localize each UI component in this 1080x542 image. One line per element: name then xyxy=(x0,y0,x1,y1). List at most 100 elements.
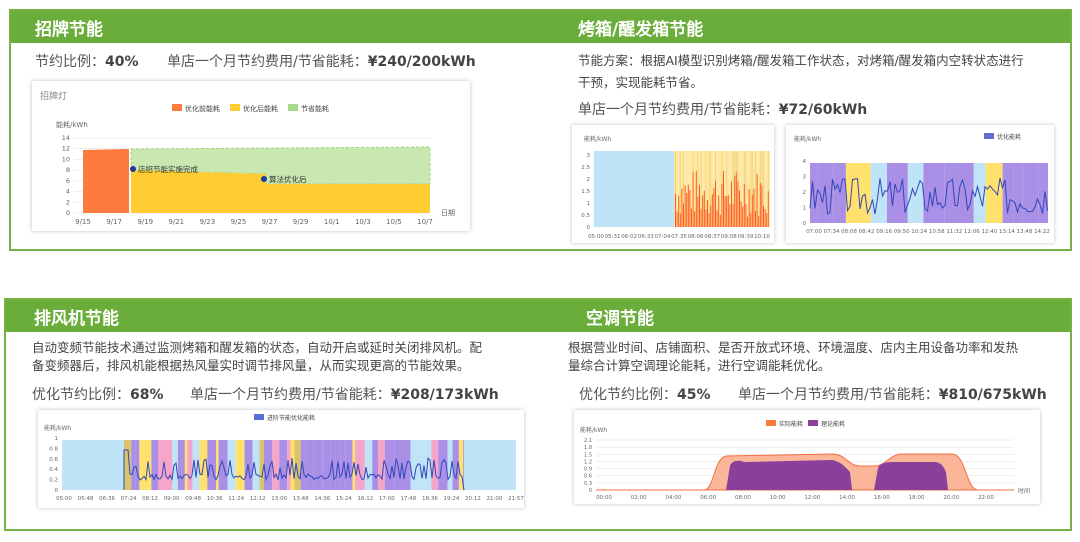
x-axis-label: 时间 xyxy=(1018,487,1030,495)
cost-label: 单店一个月节约费用/节省能耗： xyxy=(167,54,368,70)
bar xyxy=(699,184,700,227)
bar xyxy=(756,173,758,227)
x-tick-label: 9/29 xyxy=(293,218,309,226)
y-axis-label: 能耗/kWh xyxy=(584,135,611,143)
y-tick-label: 0 xyxy=(589,488,592,494)
legend-swatch-after xyxy=(230,104,240,111)
y-tick-label: 1 xyxy=(55,436,59,442)
y-axis-label: 能耗/kWh xyxy=(44,424,71,432)
y-tick-label: 0 xyxy=(587,225,591,231)
ratio-value: 40% xyxy=(105,54,139,70)
y-tick-label: 0 xyxy=(66,209,70,217)
x-tick-label: 05:31 xyxy=(605,234,621,240)
annotation-dot-1 xyxy=(130,166,136,172)
bar xyxy=(713,188,715,227)
state-stripe xyxy=(705,151,707,210)
y-tick-label: 6 xyxy=(66,177,70,185)
bar xyxy=(695,171,697,227)
x-tick-label: 07:00 xyxy=(806,229,822,235)
bar xyxy=(748,188,750,227)
exhaust-desc-1: 自动变频节能技术通过监测烤箱和醒发箱的状态，自动开启或延时关闭排风机。配 xyxy=(32,340,483,355)
ac-desc-1: 根据营业时间、店铺面积、是否开放式环境、环境温度、店内主用设备功率和发热 xyxy=(568,340,1019,355)
state-band xyxy=(151,440,159,490)
x-tick-label: 9/25 xyxy=(231,218,247,226)
x-tick-label: 06:36 xyxy=(99,496,115,502)
x-tick-label: 05:48 xyxy=(78,496,94,502)
x-tick-label: 10:36 xyxy=(207,496,223,502)
state-band xyxy=(216,440,219,490)
idle-region xyxy=(62,440,124,490)
chart-title: 招牌灯 xyxy=(40,90,67,102)
state-stripe xyxy=(721,151,723,185)
state-stripe xyxy=(700,151,702,209)
x-tick-label: 9/27 xyxy=(262,218,278,226)
state-band xyxy=(279,440,288,490)
oven-desc-2: 干预，实现能耗节省。 xyxy=(578,75,704,90)
signboard-cost: 单店一个月节约费用/节省能耗：¥240/200kWh xyxy=(167,51,476,71)
series-theory-area-1 xyxy=(726,460,852,490)
x-tick-label: 10/1 xyxy=(324,218,340,226)
state-band xyxy=(124,440,132,490)
state-band xyxy=(845,163,863,223)
legend-actual: 实际能耗 xyxy=(779,420,803,428)
x-tick-label: 12:12 xyxy=(250,496,266,502)
state-band xyxy=(995,163,1003,223)
bar xyxy=(764,208,766,227)
ratio-label: 节约比例： xyxy=(35,54,105,70)
x-ticks: 9/15 9/17 9/19 9/21 9/23 9/25 9/27 9/29 10/1 10/3… xyxy=(75,218,433,226)
ac-cost: 单店一个月节约费用/节省能耗：¥810/675kWh xyxy=(738,384,1047,404)
state-band xyxy=(244,440,253,490)
state-band xyxy=(938,163,945,223)
top-panel: 招牌节能 烤箱/醒发箱节能 节约比例：40% 单店一个月节约费用/节省能耗：¥2… xyxy=(9,9,1072,251)
signboard-ratio: 节约比例：40% xyxy=(35,51,139,71)
exhaust-title: 排风机节能 xyxy=(34,309,119,329)
x-tick-label: 10/5 xyxy=(386,218,402,226)
bar xyxy=(679,213,681,227)
bar xyxy=(683,203,684,227)
bar xyxy=(751,195,753,227)
state-band xyxy=(313,440,323,490)
bar xyxy=(724,195,726,227)
x-tick-label: 11:32 xyxy=(946,229,962,235)
x-tick-label: 13:00 xyxy=(271,496,287,502)
x-tick-label: 06:00 xyxy=(700,495,716,501)
y-tick-label: 3 xyxy=(587,153,591,159)
y-tick-label: 1.8 xyxy=(584,445,592,451)
x-tick-label: 09:39 xyxy=(737,234,753,240)
x-tick-label: 10:10 xyxy=(754,234,770,240)
state-band xyxy=(139,440,143,490)
state-band xyxy=(1005,163,1014,223)
x-tick-label: 15:24 xyxy=(336,496,352,502)
x-tick-label: 08:42 xyxy=(859,229,875,235)
state-stripe xyxy=(675,151,676,194)
state-band xyxy=(973,163,982,223)
legend-swatch xyxy=(984,133,994,139)
bar xyxy=(718,195,720,227)
bar xyxy=(767,191,769,227)
oven-cost: 单店一个月节约费用/节省能耗：¥72/60kWh xyxy=(578,99,867,119)
x-ticks: 05:00 05:48 06:36 07:24 08:12 09:00 09:48 10:36… xyxy=(56,496,524,502)
x-tick-label: 10:00 xyxy=(770,495,786,501)
cost-label: 单店一个月节约费用/节省能耗： xyxy=(190,387,391,403)
legend-before: 优化前能耗 xyxy=(185,104,220,113)
bar xyxy=(691,208,692,227)
x-tick-label: 08:08 xyxy=(841,229,857,235)
state-stripe xyxy=(732,151,734,205)
y-tick-label: 2 xyxy=(66,198,70,206)
state-stripe xyxy=(743,151,745,185)
state-stripe xyxy=(734,151,736,176)
x-tick-label: 13:48 xyxy=(1017,229,1033,235)
y-tick-label: 10 xyxy=(62,155,70,163)
x-tick-label: 07:35 xyxy=(671,234,687,240)
y-tick-label: 0.6 xyxy=(584,474,592,480)
y-ticks: 0 0.2 0.4 0.6 0.8 1 xyxy=(49,436,58,494)
state-stripe xyxy=(755,151,756,211)
x-tick-label: 10/3 xyxy=(355,218,371,226)
cost-value: ¥208/173kWh xyxy=(390,387,499,403)
y-axis-label: 能耗/kWh xyxy=(56,120,88,129)
ac-desc-2: 量综合计算空调理论能耗，进行空调能耗优化。 xyxy=(568,358,831,373)
signboard-chart: 招牌灯 优化前能耗 优化后能耗 节省能耗 能耗/kWh 0 2 4 6 8 10 12 14 … xyxy=(32,81,470,231)
bar xyxy=(715,180,716,227)
state-band xyxy=(177,440,182,490)
y-ticks: 00.30.60.9 1.21.51.82.1 xyxy=(584,438,592,494)
